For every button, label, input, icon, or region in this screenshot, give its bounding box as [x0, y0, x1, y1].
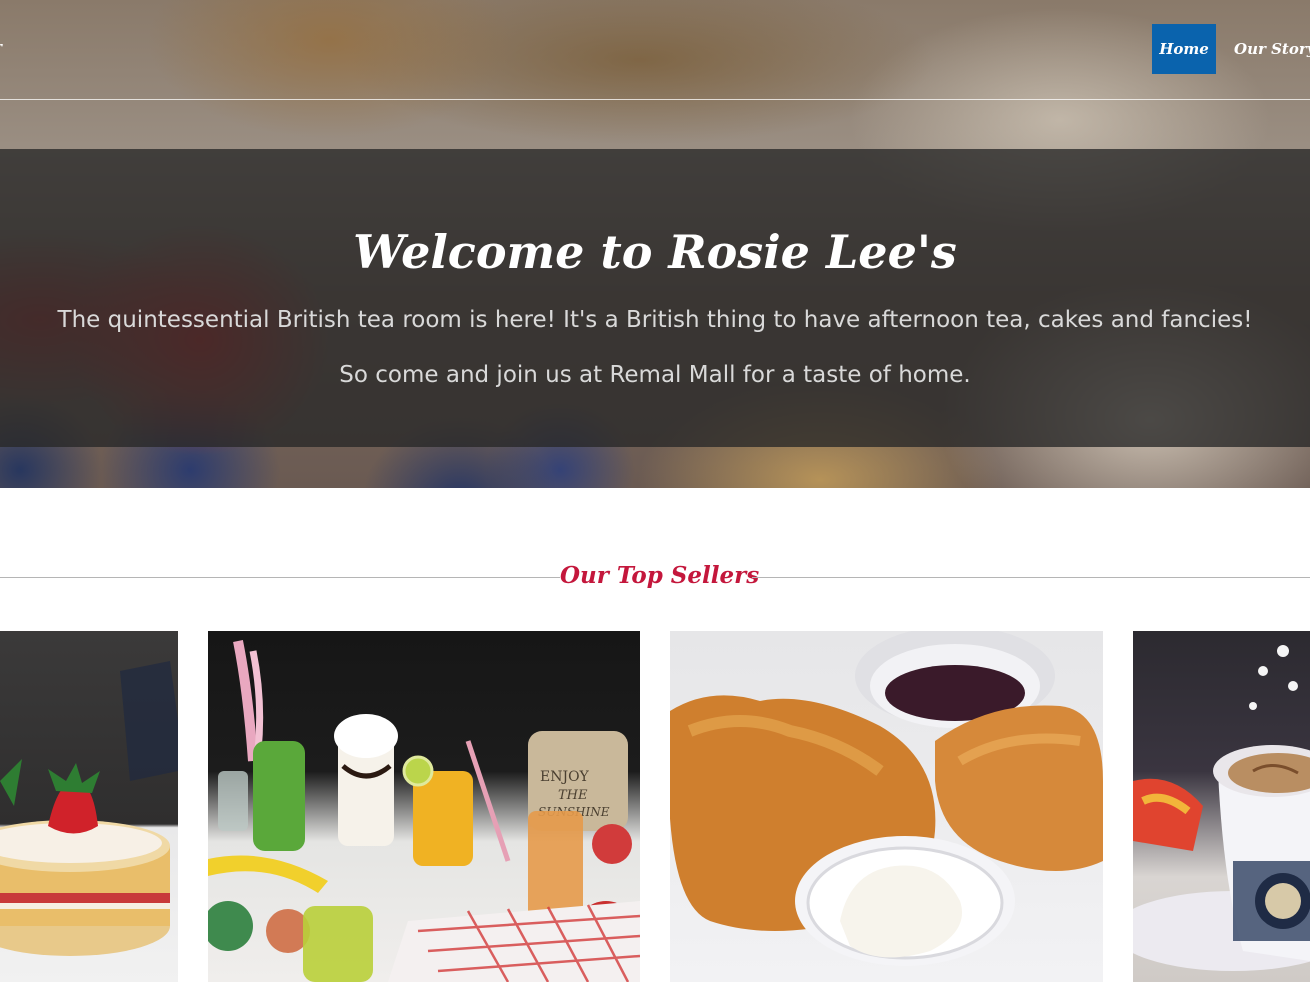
hero-title: Welcome to Rosie Lee's	[353, 225, 957, 279]
hero-overlay	[0, 149, 1310, 447]
hero-invitation: So come and join us at Remal Mall for a …	[339, 362, 971, 388]
nav-item-partial[interactable]: r	[0, 38, 2, 56]
fruit-drinks-image: ENJOY THE SUNSHINE	[208, 640, 640, 982]
svg-text:THE: THE	[558, 788, 588, 803]
section-divider-right	[752, 577, 1310, 578]
section-divider-left	[0, 577, 560, 578]
hero-banner: r Home Our Story Welcome to Rosie Lee's …	[0, 0, 1310, 488]
nav-divider	[0, 99, 1310, 100]
nav-home-link[interactable]: Home	[1152, 24, 1216, 74]
section-title: Our Top Sellers	[560, 562, 760, 589]
scones-image	[670, 631, 1103, 966]
product-card-fruit-drinks[interactable]: ENJOY THE SUNSHINE	[208, 631, 640, 982]
svg-text:ENJOY: ENJOY	[540, 769, 590, 785]
product-card-cappuccino[interactable]	[1133, 631, 1310, 982]
sponge-cake-image	[0, 661, 178, 956]
nav-our-story-link[interactable]: Our Story	[1226, 24, 1310, 74]
hero-tagline: The quintessential British tea room is h…	[57, 307, 1253, 333]
cappuccino-image	[1133, 645, 1310, 971]
product-card-sponge-cake[interactable]	[0, 631, 178, 982]
product-card-scones[interactable]	[670, 631, 1103, 982]
